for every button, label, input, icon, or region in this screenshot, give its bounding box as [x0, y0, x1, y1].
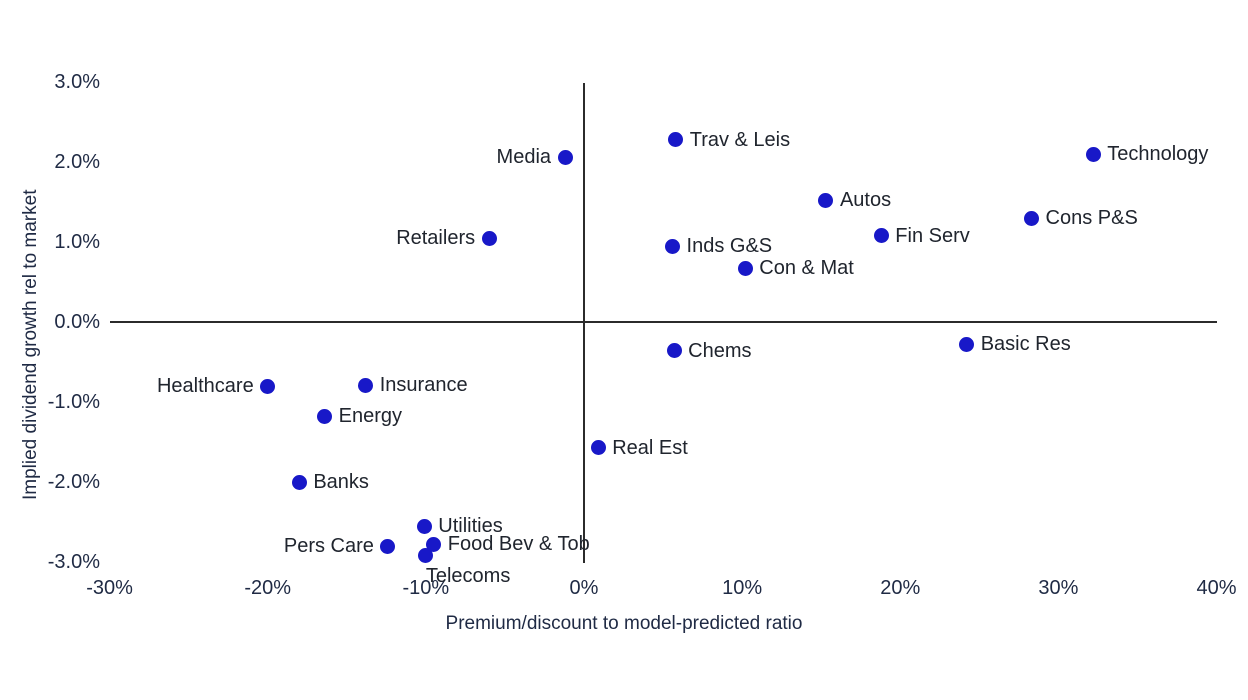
data-point-marker[interactable]: [416, 518, 432, 534]
data-point-label: Trav & Leis: [689, 128, 791, 151]
data-point-marker[interactable]: [873, 228, 889, 244]
data-point-label: Media: [496, 146, 552, 169]
data-point-marker[interactable]: [317, 408, 333, 424]
scatter-chart-page: 3.0% 2.0% 1.0% 0.0% -1.0% -2.0% -3.0% -30% -20%…: [0, 0, 1248, 700]
x-tick-label: -30%: [86, 577, 133, 599]
data-point-label: Insurance: [379, 374, 468, 397]
x-tick-label: 20%: [880, 577, 921, 599]
y-axis-title: Implied dividend growth rel to market: [20, 189, 41, 500]
data-point-marker[interactable]: [291, 474, 307, 490]
data-point-marker[interactable]: [818, 192, 834, 208]
y-tick-label: -3.0%: [47, 551, 100, 573]
data-point-label: Food Bev & Tob: [447, 533, 590, 556]
data-point-marker[interactable]: [358, 377, 374, 393]
data-point-marker[interactable]: [557, 149, 573, 165]
data-point-label: Technology: [1107, 143, 1209, 165]
data-point-label: Pers Care: [283, 535, 374, 557]
data-point-label: Retailers: [396, 227, 476, 249]
data-point-label: Fin Serv: [895, 224, 970, 247]
x-tick-label: 30%: [1038, 577, 1079, 599]
data-point-marker[interactable]: [418, 548, 434, 564]
data-point-label: Telecoms: [425, 564, 511, 587]
data-point-marker[interactable]: [1085, 146, 1101, 162]
data-point-marker[interactable]: [668, 132, 684, 148]
data-point-label: Autos: [839, 189, 892, 212]
y-tick-label: 2.0%: [54, 151, 100, 173]
data-point-marker[interactable]: [665, 238, 681, 254]
data-point-marker[interactable]: [737, 260, 753, 276]
data-point-marker[interactable]: [590, 440, 606, 456]
x-tick-label: -20%: [244, 577, 292, 599]
data-point-marker[interactable]: [666, 343, 682, 359]
y-tick-label: 3.0%: [54, 71, 100, 93]
data-point-marker[interactable]: [1024, 210, 1040, 226]
data-point-label: Energy: [338, 405, 403, 428]
data-point-label: Con & Mat: [759, 257, 854, 280]
data-point-marker[interactable]: [380, 538, 396, 554]
x-tick-label: 10%: [722, 577, 763, 599]
data-point-marker[interactable]: [260, 378, 276, 394]
data-point-label: Cons P&S: [1045, 207, 1138, 229]
data-point-label: Banks: [313, 471, 369, 493]
x-axis-title: Premium/discount to model-predicted rati…: [445, 613, 803, 634]
data-point-label: Inds G&S: [686, 235, 773, 257]
data-point-marker[interactable]: [959, 336, 975, 352]
plot-area: 3.0% 2.0% 1.0% 0.0% -1.0% -2.0% -3.0% -30% -20%…: [0, 0, 1248, 700]
data-point-marker[interactable]: [481, 230, 497, 246]
data-point-label: Healthcare: [156, 375, 254, 397]
data-point-label: Basic Res: [980, 333, 1071, 356]
data-point-label: Chems: [688, 339, 752, 362]
x-tick-label: 40%: [1196, 577, 1237, 599]
x-axis-line: [110, 321, 1217, 323]
x-tick-label: 0%: [569, 577, 599, 599]
y-axis-line: [583, 83, 585, 563]
data-point-label: Real Est: [612, 436, 688, 459]
